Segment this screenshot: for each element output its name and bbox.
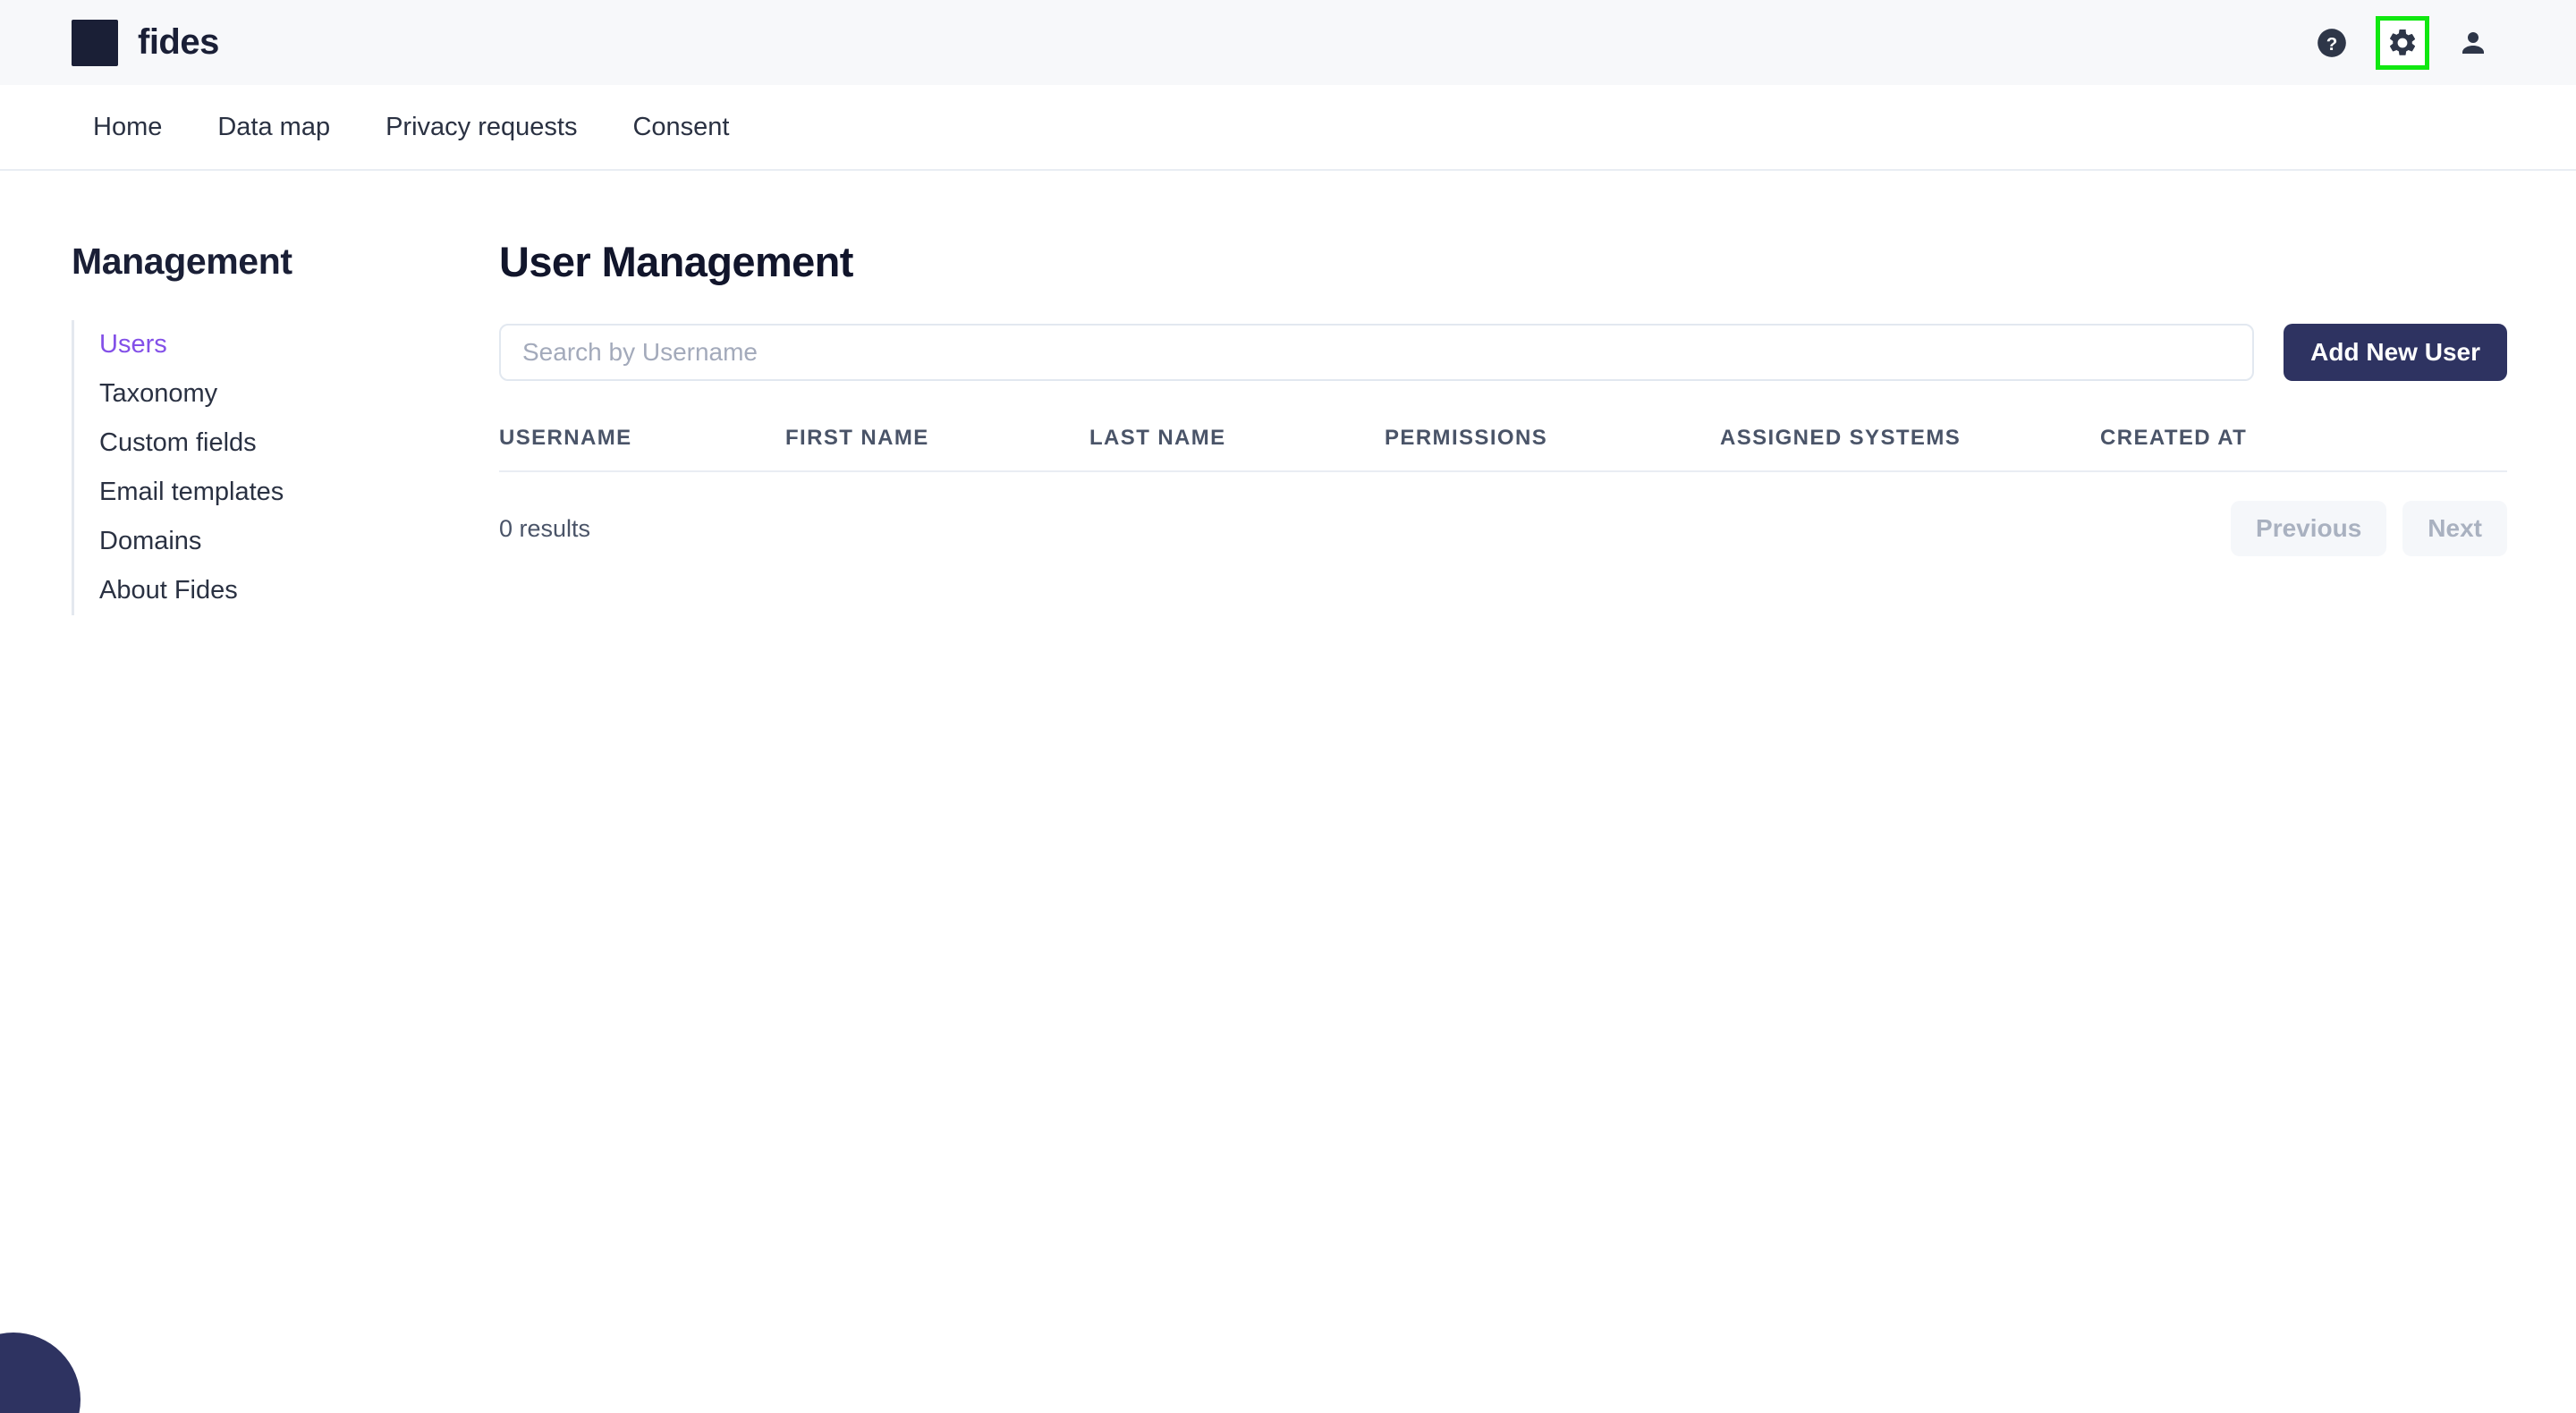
brand-name: fides [138, 22, 219, 62]
search-input[interactable] [499, 324, 2255, 381]
help-icon[interactable]: ? [2311, 22, 2352, 63]
column-header-last-name[interactable]: LAST NAME [1089, 426, 1385, 472]
nav-item-home[interactable]: Home [93, 113, 162, 142]
column-header-username[interactable]: USERNAME [499, 426, 785, 472]
column-header-assigned-systems[interactable]: ASSIGNED SYSTEMS [1720, 426, 2100, 472]
main-navigation: Home Data map Privacy requests Consent [0, 85, 2576, 171]
nav-item-privacy-requests[interactable]: Privacy requests [386, 113, 577, 142]
support-chat-bubble[interactable] [0, 1333, 80, 1413]
user-toolbar: Add New User [499, 324, 2507, 381]
gear-icon[interactable] [2382, 22, 2423, 63]
add-new-user-button[interactable]: Add New User [2284, 324, 2507, 381]
sidebar-item-taxonomy[interactable]: Taxonomy [74, 369, 447, 419]
next-page-button[interactable]: Next [2402, 501, 2507, 556]
users-table-head: USERNAME FIRST NAME LAST NAME PERMISSION… [499, 426, 2507, 472]
topbar-actions: ? [2311, 15, 2494, 70]
table-header-row: USERNAME FIRST NAME LAST NAME PERMISSION… [499, 426, 2507, 472]
page-body: Management Users Taxonomy Custom fields … [0, 173, 2576, 1413]
brand-logo[interactable]: fides [72, 19, 219, 66]
previous-page-button[interactable]: Previous [2231, 501, 2387, 556]
fides-logo-icon [72, 19, 118, 66]
nav-list: Home Data map Privacy requests Consent [93, 113, 729, 142]
sidebar-item-custom-fields[interactable]: Custom fields [74, 419, 447, 468]
column-header-first-name[interactable]: FIRST NAME [785, 426, 1089, 472]
sidebar-title: Management [72, 241, 292, 282]
sidebar-item-email-templates[interactable]: Email templates [74, 468, 447, 517]
sidebar-item-domains[interactable]: Domains [74, 517, 447, 566]
users-table: USERNAME FIRST NAME LAST NAME PERMISSION… [499, 426, 2507, 472]
sidebar-item-users[interactable]: Users [74, 320, 447, 369]
column-header-permissions[interactable]: PERMISSIONS [1385, 426, 1720, 472]
main-content: User Management Add New User USERNAME FI… [499, 237, 2507, 556]
table-footer: 0 results Previous Next [499, 501, 2507, 556]
application-window: fides ? Home Data map Privacy requests C… [0, 0, 2576, 1413]
svg-text:?: ? [2326, 33, 2338, 54]
nav-item-data-map[interactable]: Data map [217, 113, 330, 142]
column-header-created-at[interactable]: CREATED AT [2100, 426, 2507, 472]
sidebar-list: Users Taxonomy Custom fields Email templ… [72, 320, 447, 615]
results-count: 0 results [499, 514, 591, 542]
management-sidebar: Management Users Taxonomy Custom fields … [72, 241, 447, 615]
user-icon[interactable] [2453, 22, 2494, 63]
nav-item-consent[interactable]: Consent [632, 113, 729, 142]
top-bar: fides ? [0, 0, 2576, 85]
sidebar-item-about-fides[interactable]: About Fides [74, 566, 447, 615]
page-title: User Management [499, 238, 853, 285]
settings-gear-highlight[interactable] [2376, 15, 2429, 70]
pagination-controls: Previous Next [2231, 501, 2507, 556]
